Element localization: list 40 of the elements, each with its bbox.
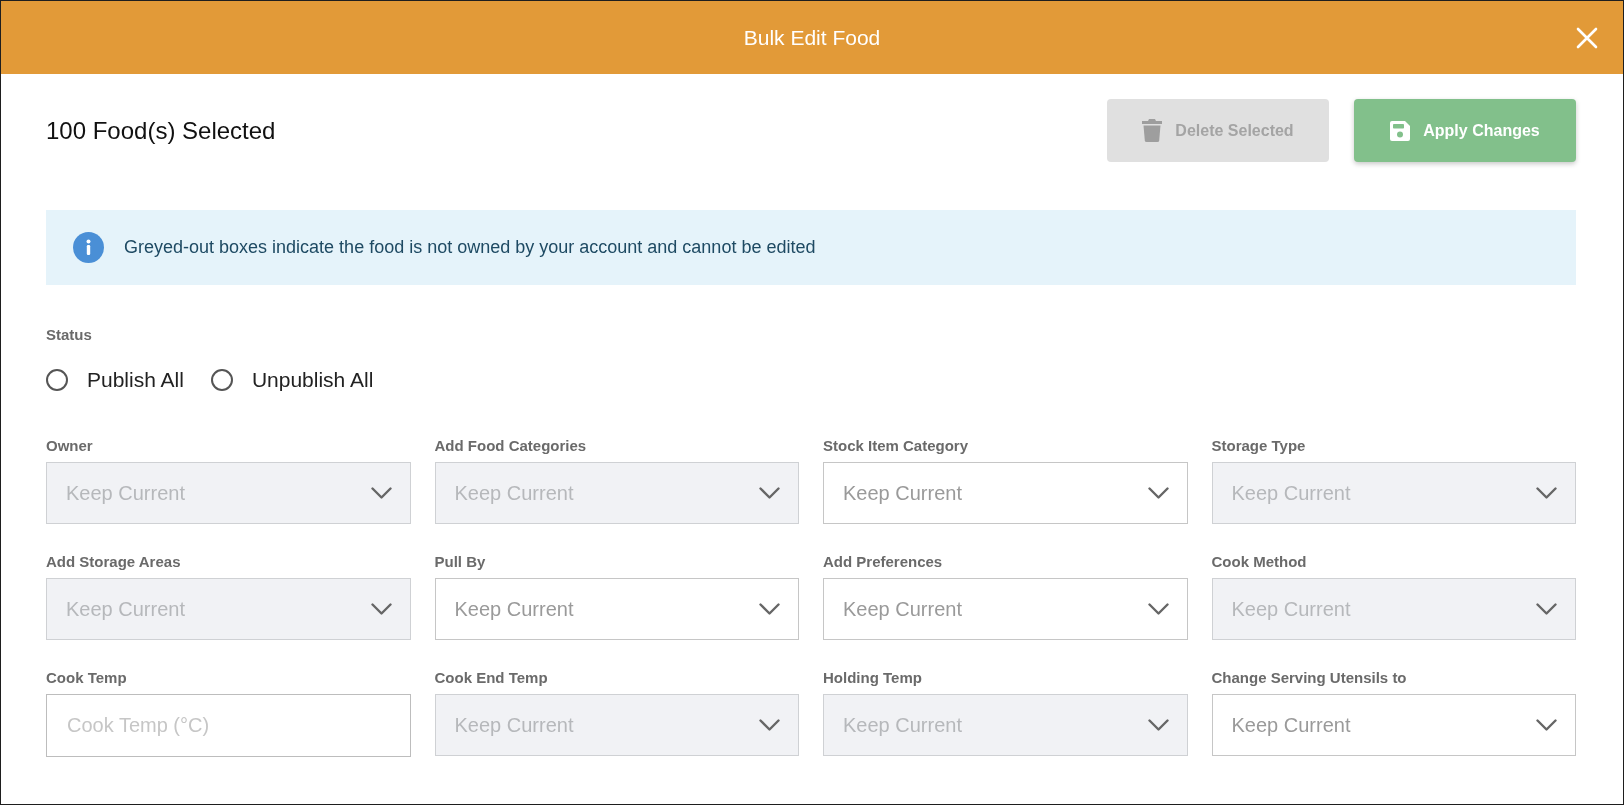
- close-icon: [1576, 26, 1598, 49]
- chevron-down-icon: [759, 719, 780, 731]
- field-label: Owner: [46, 437, 93, 455]
- apply-button[interactable]: Apply Changes: [1354, 99, 1576, 162]
- field-label: Cook Temp: [46, 669, 127, 687]
- input-field[interactable]: Cook Temp (°C): [46, 694, 411, 757]
- select-field[interactable]: Keep Current: [823, 578, 1188, 640]
- radio-option[interactable]: Unpublish All: [210, 368, 374, 392]
- radio-option[interactable]: Publish All: [46, 368, 184, 392]
- field-label: Add Preferences: [823, 553, 943, 571]
- trash-icon: [1142, 119, 1163, 142]
- field-label: Add Food Categories: [434, 437, 587, 455]
- chevron-down-icon: [759, 603, 780, 615]
- selection-count: 100 Food(s) Selected: [46, 116, 276, 145]
- section-label: Status: [46, 326, 92, 344]
- info-icon: [73, 232, 104, 263]
- radio-button[interactable]: [46, 369, 68, 391]
- field-label: Pull By: [434, 553, 486, 571]
- field-label: Stock Item Category: [823, 437, 969, 455]
- field-label: Cook Method: [1211, 553, 1307, 571]
- chevron-down-icon: [759, 487, 780, 499]
- field-label: Storage Type: [1211, 437, 1306, 455]
- chevron-down-icon: [1147, 719, 1169, 731]
- field-label: Change Serving Utensils to: [1211, 669, 1407, 687]
- select-field[interactable]: Keep Current: [434, 578, 799, 640]
- chevron-down-icon: [1147, 603, 1169, 615]
- field-label: Add Storage Areas: [46, 553, 181, 571]
- chevron-down-icon: [1536, 603, 1557, 615]
- field-label: Cook End Temp: [434, 669, 548, 687]
- select-field[interactable]: Keep Current: [1211, 694, 1576, 756]
- chevron-down-icon: [370, 487, 392, 499]
- chevron-down-icon: [1536, 719, 1557, 731]
- chevron-down-icon: [1147, 487, 1169, 499]
- field-label: Holding Temp: [823, 669, 922, 687]
- chevron-down-icon: [370, 603, 392, 615]
- chevron-down-icon: [1536, 487, 1557, 499]
- select-field[interactable]: Keep Current: [823, 462, 1188, 524]
- dialog-title: Bulk Edit Food: [743, 25, 881, 50]
- info-text: Greyed-out boxes indicate the food is not owned by your account and cannot be edited: [124, 237, 816, 258]
- radio-button[interactable]: [210, 369, 233, 391]
